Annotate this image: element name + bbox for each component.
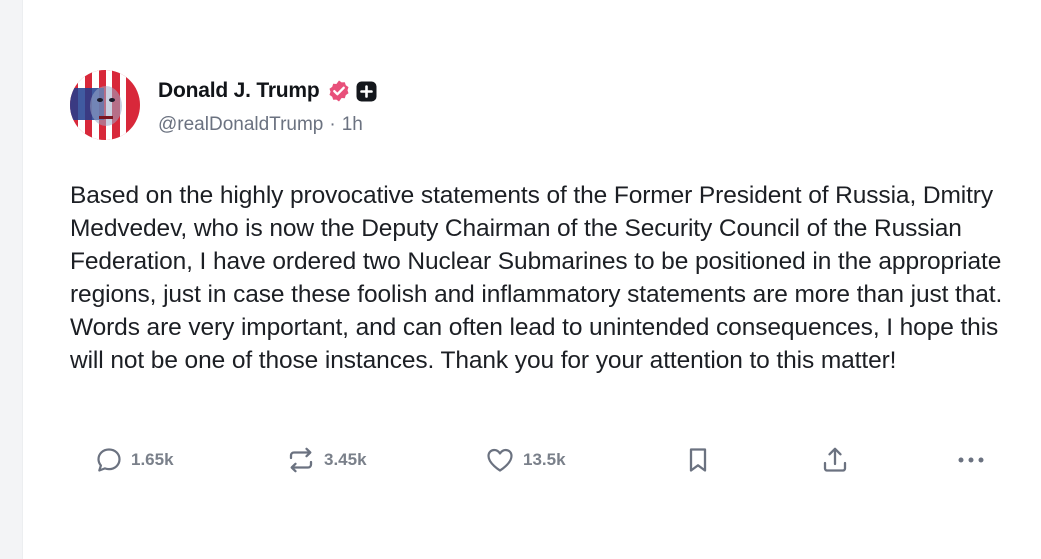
reply-count: 1.65k xyxy=(131,450,174,469)
plus-badge-icon xyxy=(356,81,377,102)
repost-count: 3.45k xyxy=(324,450,367,469)
page: Donald J. Trump @realDonaldTrump · 1h Ba… xyxy=(0,0,1041,559)
verified-badge-icon xyxy=(327,79,351,103)
post-body: Based on the highly provocative statemen… xyxy=(70,182,1003,374)
bookmark-icon xyxy=(685,446,711,474)
repost-icon xyxy=(286,446,316,474)
reply-icon xyxy=(95,446,123,474)
author-handle[interactable]: @realDonaldTrump xyxy=(158,114,323,136)
post-timestamp[interactable]: 1h xyxy=(342,114,363,136)
author-display-name[interactable]: Donald J. Trump xyxy=(158,79,320,103)
post-actions-bar: 1.65k 3.45k 13.5k xyxy=(95,440,995,480)
post-card: Donald J. Trump @realDonaldTrump · 1h Ba… xyxy=(70,70,1020,377)
like-count: 13.5k xyxy=(523,450,566,469)
share-button[interactable] xyxy=(820,440,850,480)
left-rail xyxy=(0,0,23,559)
like-button[interactable]: 13.5k xyxy=(485,440,566,480)
repost-button[interactable]: 3.45k xyxy=(286,440,367,480)
author-name-row: Donald J. Trump xyxy=(158,77,377,105)
heart-icon xyxy=(485,446,515,474)
avatar[interactable] xyxy=(70,70,140,140)
post-header: Donald J. Trump @realDonaldTrump · 1h xyxy=(70,70,1020,150)
bookmark-button[interactable] xyxy=(685,440,711,480)
reply-button[interactable]: 1.65k xyxy=(95,440,174,480)
author-meta-row: @realDonaldTrump · 1h xyxy=(158,114,377,136)
more-icon xyxy=(955,446,987,474)
meta-separator: · xyxy=(329,114,336,135)
author-block: Donald J. Trump @realDonaldTrump · 1h xyxy=(158,70,377,136)
share-icon xyxy=(820,445,850,475)
more-options-button[interactable] xyxy=(955,440,987,480)
